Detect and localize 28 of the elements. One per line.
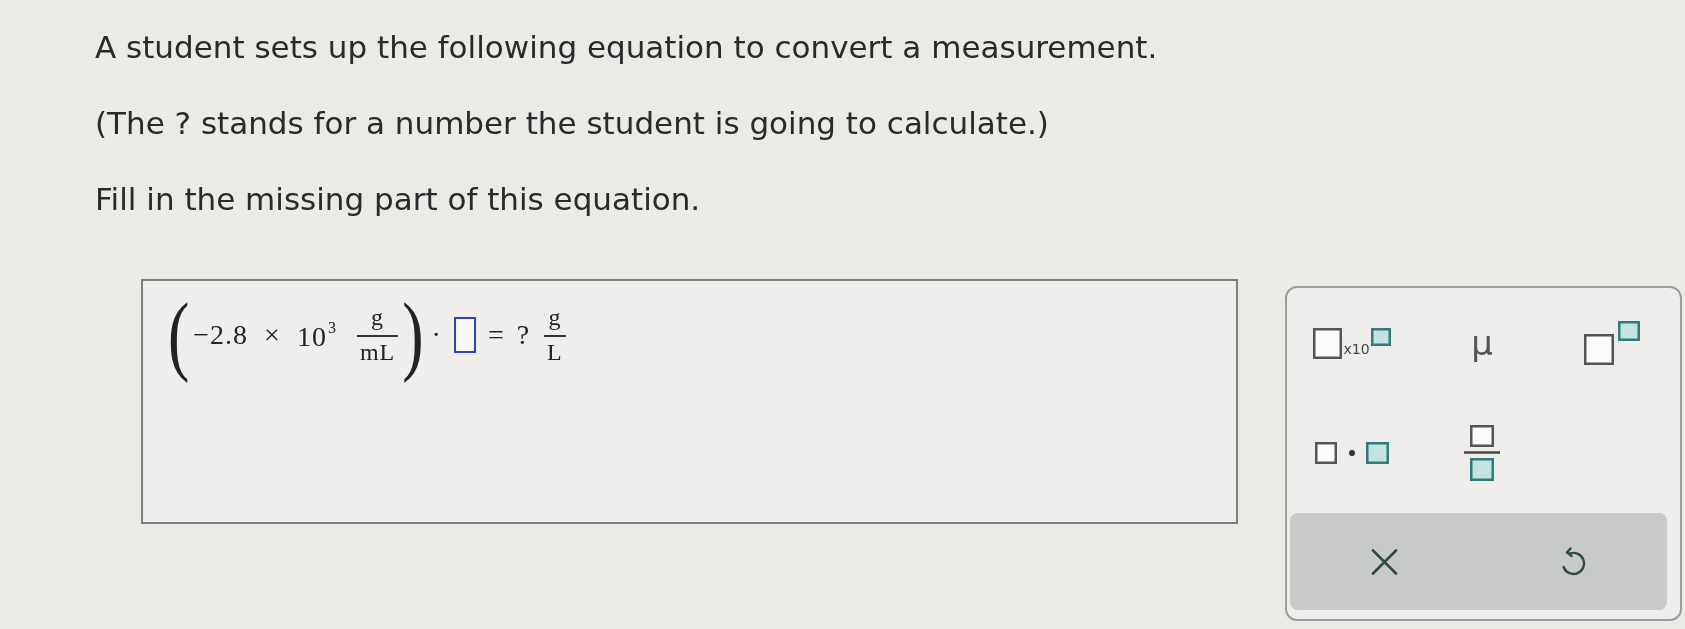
undo-icon (1559, 546, 1586, 577)
multiplication-dot: · (431, 321, 442, 349)
cross-icon (1370, 548, 1398, 575)
base-box-icon (1313, 327, 1343, 359)
prompt-text: Fill in the missing part of this equation. (95, 181, 701, 218)
multiplication-template-icon (1315, 442, 1389, 464)
superscript-button[interactable] (1582, 319, 1642, 367)
superscript-template-icon (1584, 321, 1640, 365)
answer-box[interactable] (453, 317, 476, 353)
prompt-text: (The ? stands for a number the student is going to calculate.) (95, 105, 1049, 142)
prompt-text: A student sets up the following equation to convert a measurement. (95, 29, 1158, 66)
coefficient: −2.8 (193, 321, 249, 349)
equals-sign: = (487, 321, 505, 349)
fraction-denominator: mL (358, 339, 397, 365)
fraction-template-icon (1463, 425, 1501, 481)
fraction-denominator: L (546, 339, 564, 365)
symbol-button[interactable]: μ (1469, 324, 1495, 362)
multiplication-button[interactable] (1313, 440, 1391, 466)
fraction-bar (544, 334, 566, 337)
times-sign: × (264, 321, 281, 349)
fraction-numerator: g (370, 305, 386, 331)
unknown-value: ? (516, 321, 531, 349)
fraction-button[interactable] (1461, 423, 1503, 483)
scientific-notation-button[interactable]: x10 (1311, 325, 1393, 361)
exponent-box-icon (1370, 327, 1391, 346)
power-of-ten: 10$^{3}$ (296, 319, 337, 351)
fraction-numerator: g (547, 305, 563, 331)
fraction-bar (356, 334, 399, 337)
